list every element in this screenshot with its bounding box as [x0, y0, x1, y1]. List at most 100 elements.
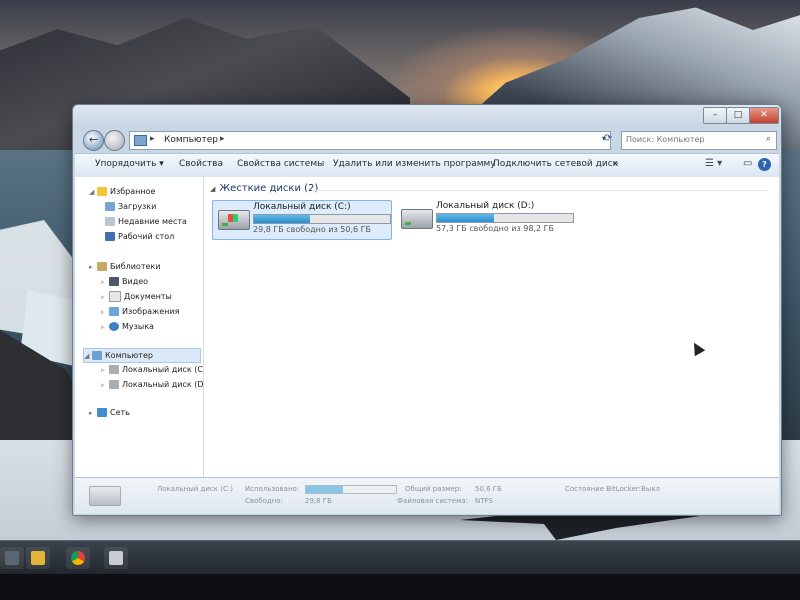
- change-view-icon[interactable]: ☰ ▾: [705, 158, 722, 169]
- properties-button[interactable]: Свойства: [179, 159, 223, 169]
- search-box[interactable]: ⌕: [621, 131, 777, 150]
- chevron-right-icon: ▸: [150, 134, 155, 144]
- sidebar-item-label: Избранное: [110, 187, 156, 196]
- group-divider: [312, 190, 767, 191]
- drive-light: [222, 223, 228, 226]
- expand-arrow-icon[interactable]: ◢: [84, 350, 92, 363]
- details-fs-value: NTFS: [475, 497, 493, 505]
- help-icon[interactable]: ?: [758, 158, 771, 171]
- sidebar-item-label: Документы: [124, 292, 172, 301]
- taskbar: [0, 540, 800, 575]
- details-free-value: 29,8 ГБ: [305, 497, 332, 505]
- sidebar-item-label: Компьютер: [105, 351, 153, 360]
- hard-drive-icon: [89, 486, 121, 506]
- sidebar-item-computer[interactable]: ◢ Компьютер: [83, 348, 201, 363]
- expand-arrow-icon[interactable]: ◢: [89, 186, 97, 199]
- sidebar-item-network[interactable]: ▸ Сеть: [89, 406, 130, 419]
- expand-arrow-icon[interactable]: ▹: [101, 321, 109, 334]
- drive-tile-c[interactable]: Локальный диск (C:) 29,8 ГБ свободно из …: [212, 200, 392, 240]
- drive-light: [405, 222, 411, 225]
- command-bar: Упорядочить ▾ Свойства Свойства системы …: [75, 153, 779, 178]
- group-header-hard-drives[interactable]: ◢ Жесткие диски (2): [210, 183, 318, 194]
- refresh-icon[interactable]: ⟳: [599, 131, 617, 148]
- details-bitlocker-label: Состояние BitLocker:: [565, 485, 641, 493]
- sidebar-item-music[interactable]: ▹ Музыка: [101, 320, 154, 333]
- sidebar-item-drive-d[interactable]: ▹ Локальный диск (D: [101, 378, 204, 392]
- search-icon[interactable]: ⌕: [766, 134, 771, 144]
- images-icon: [109, 307, 119, 316]
- details-usage-fill: [306, 486, 343, 493]
- drive-free-space: 57,3 ГБ свободно из 98,2 ГБ: [436, 224, 555, 233]
- sidebar-item-label: Сеть: [110, 408, 130, 417]
- start-icon: [5, 551, 19, 565]
- maximize-button[interactable]: □: [726, 107, 750, 124]
- expand-arrow-icon[interactable]: ▹: [101, 379, 109, 392]
- sidebar-item-documents[interactable]: ▹ Документы: [101, 290, 172, 303]
- star-icon: [97, 187, 107, 196]
- forward-button[interactable]: [104, 130, 125, 151]
- sidebar-item-desktop[interactable]: Рабочий стол: [105, 230, 174, 243]
- sidebar-item-images[interactable]: ▹ Изображения: [101, 305, 179, 318]
- sidebar-item-label: Локальный диск (C: [122, 365, 203, 374]
- file-list[interactable]: ◢ Жесткие диски (2) Локальный диск (C:) 2…: [204, 177, 779, 477]
- expand-arrow-icon[interactable]: ▸: [89, 407, 97, 420]
- navigation-pane[interactable]: ◢ Избранное Загрузки Недавние места Рабоч…: [75, 177, 204, 477]
- sidebar-item-label: Видео: [122, 277, 149, 286]
- drive-name: Локальный диск (D:): [436, 201, 535, 211]
- documents-icon: [109, 291, 121, 302]
- desktop-icon: [105, 232, 115, 241]
- sidebar-item-downloads[interactable]: Загрузки: [105, 200, 156, 213]
- drive-usage-bar: [253, 214, 391, 224]
- recent-places-icon: [105, 217, 115, 226]
- sidebar-item-libraries[interactable]: ▸ Библиотеки: [89, 260, 160, 273]
- address-bar[interactable]: ▸ Компьютер ▸ ▾: [129, 131, 611, 150]
- title-bar[interactable]: – □ ✕: [73, 105, 781, 127]
- sidebar-item-label: Библиотеки: [110, 262, 161, 271]
- expand-arrow-icon[interactable]: ▸: [89, 261, 97, 274]
- minimize-button[interactable]: –: [703, 107, 727, 124]
- sidebar-item-favorites[interactable]: ◢ Избранное: [89, 185, 155, 198]
- video-icon: [109, 277, 119, 286]
- drive-usage-fill: [437, 214, 495, 222]
- search-input[interactable]: [626, 133, 754, 146]
- group-title: Жесткие диски (2): [219, 183, 319, 194]
- system-properties-button[interactable]: Свойства системы: [237, 159, 324, 169]
- expand-arrow-icon[interactable]: ▹: [101, 306, 109, 319]
- details-usage-bar: [305, 485, 397, 494]
- chrome-icon: [71, 551, 85, 565]
- back-button[interactable]: ←: [83, 130, 104, 151]
- sidebar-item-label: Локальный диск (D: [122, 380, 204, 389]
- uninstall-program-button[interactable]: Удалить или изменить программу: [333, 159, 496, 169]
- sidebar-item-drive-c[interactable]: ▹ Локальный диск (C: [101, 363, 203, 376]
- sidebar-item-label: Изображения: [122, 307, 180, 316]
- close-button[interactable]: ✕: [749, 107, 779, 124]
- start-button[interactable]: [0, 547, 24, 569]
- preview-pane-icon[interactable]: ▭: [743, 158, 752, 169]
- breadcrumb-computer[interactable]: Компьютер: [164, 135, 218, 145]
- sidebar-item-video[interactable]: ▹ Видео: [101, 275, 148, 288]
- taskbar-app-button[interactable]: [104, 547, 128, 569]
- details-bitlocker-value: Выкл: [641, 485, 661, 493]
- app-icon: [109, 551, 123, 565]
- expand-arrow-icon[interactable]: ▹: [101, 276, 109, 289]
- taskbar-explorer-button[interactable]: [26, 547, 50, 569]
- hard-drive-icon: [401, 209, 433, 229]
- drive-usage-fill: [254, 215, 310, 223]
- downloads-icon: [105, 202, 115, 211]
- map-network-drive-button[interactable]: Подключить сетевой диск: [493, 159, 618, 169]
- windows-drive-icon: [218, 210, 250, 230]
- details-total-value: 50,6 ГБ: [475, 485, 502, 493]
- expand-arrow-icon[interactable]: ▹: [101, 364, 109, 377]
- drive-free-space: 29,8 ГБ свободно из 50,6 ГБ: [253, 225, 372, 234]
- chevron-right-icon[interactable]: ▸: [220, 134, 225, 144]
- computer-icon: [92, 351, 102, 360]
- sidebar-item-recent[interactable]: Недавние места: [105, 215, 187, 228]
- details-free-label: Свободно:: [245, 497, 283, 505]
- more-commands-button[interactable]: »: [613, 159, 619, 169]
- collapse-arrow-icon[interactable]: ◢: [210, 185, 215, 193]
- taskbar-chrome-button[interactable]: [66, 547, 90, 569]
- drive-usage-bar: [436, 213, 574, 223]
- drive-tile-d[interactable]: Локальный диск (D:) 57,3 ГБ свободно из …: [396, 200, 574, 238]
- organize-button[interactable]: Упорядочить ▾: [95, 159, 164, 169]
- expand-arrow-icon[interactable]: ▹: [101, 291, 109, 304]
